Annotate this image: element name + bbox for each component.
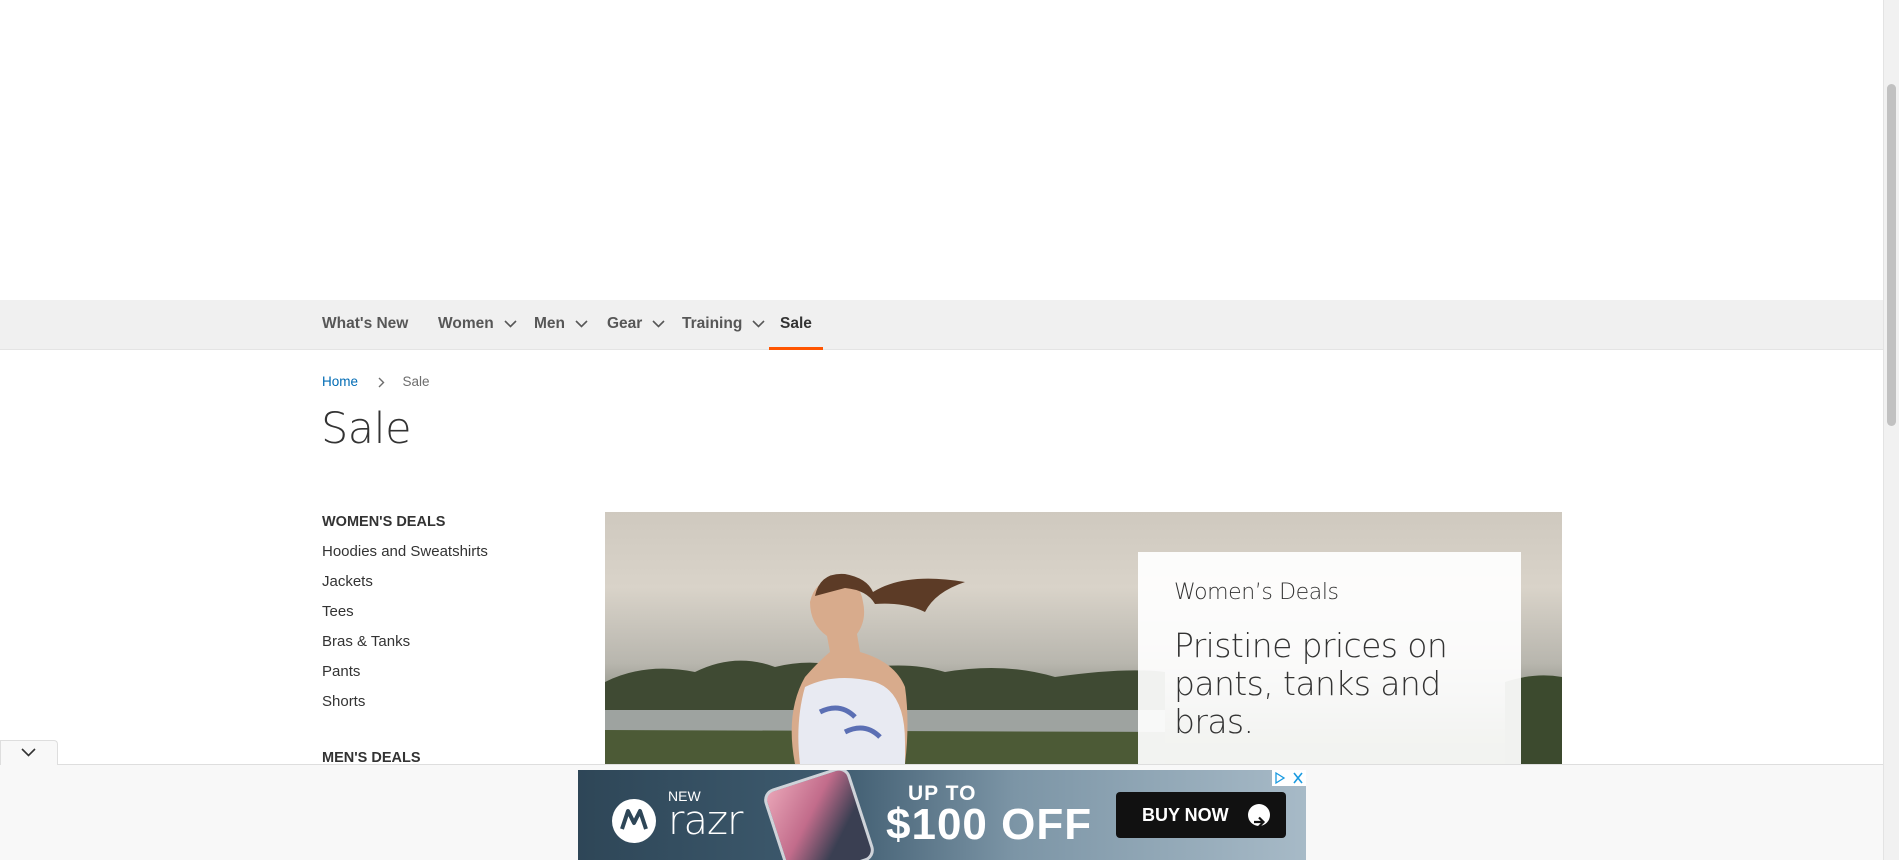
sidebar-heading-womens-deals: WOMEN'S DEALS xyxy=(322,514,446,530)
sidebar-link-pants[interactable]: Pants xyxy=(322,660,562,690)
sidebar-link-jackets[interactable]: Jackets xyxy=(322,570,562,600)
sidebar-link-bras-tanks[interactable]: Bras & Tanks xyxy=(322,630,562,660)
motorola-logo-icon xyxy=(612,799,656,843)
razr-ad[interactable]: NEW razr UP TO $100 OFF BUY NOW xyxy=(578,770,1306,860)
nav-item-gear[interactable]: Gear xyxy=(607,300,665,350)
nav-item-sale[interactable]: Sale xyxy=(769,300,823,350)
sidebar-link-tees[interactable]: Tees xyxy=(322,600,562,630)
nav-item-whats-new[interactable]: What's New xyxy=(322,300,408,350)
promo-card: Women’s Deals Pristine prices on pants, … xyxy=(1138,552,1521,764)
sidebar-link-hoodies[interactable]: Hoodies and Sweatshirts xyxy=(322,540,562,570)
ad-collapse-button[interactable] xyxy=(0,740,58,765)
arrow-right-icon xyxy=(1248,804,1270,828)
chevron-down-icon xyxy=(504,320,517,328)
breadcrumb-home-link[interactable]: Home xyxy=(322,374,358,389)
scrollbar-thumb[interactable] xyxy=(1887,84,1896,426)
chevron-down-icon xyxy=(21,748,36,757)
promo-small-title: Women’s Deals xyxy=(1174,580,1339,605)
sidebar-link-shorts[interactable]: Shorts xyxy=(322,690,562,720)
nav-item-training[interactable]: Training xyxy=(682,300,765,350)
chevron-right-icon xyxy=(378,377,385,388)
adchoices-icon[interactable] xyxy=(1272,770,1306,786)
chevron-down-icon xyxy=(652,320,665,328)
page-title: Sale xyxy=(321,404,412,454)
main-navigation: What's New Women Men Gear Training Sale xyxy=(0,300,1883,350)
scrollbar[interactable] xyxy=(1883,0,1899,860)
ad-buy-now-button[interactable]: BUY NOW xyxy=(1116,792,1286,838)
chevron-down-icon xyxy=(752,320,765,328)
ad-brand: razr xyxy=(668,798,743,844)
breadcrumb: Home Sale xyxy=(322,374,430,389)
sidebar-categories: WOMEN'S DEALS Hoodies and Sweatshirts Ja… xyxy=(322,510,562,766)
promo-headline: Pristine prices on pants, tanks and bras… xyxy=(1174,626,1448,741)
nav-item-men[interactable]: Men xyxy=(534,300,588,350)
hero-banner[interactable]: Women’s Deals Pristine prices on pants, … xyxy=(605,512,1562,764)
chevron-down-icon xyxy=(575,320,588,328)
breadcrumb-current: Sale xyxy=(402,374,430,389)
ad-offer: $100 OFF xyxy=(886,800,1093,849)
nav-item-women[interactable]: Women xyxy=(438,300,517,350)
phone-image xyxy=(761,770,877,860)
